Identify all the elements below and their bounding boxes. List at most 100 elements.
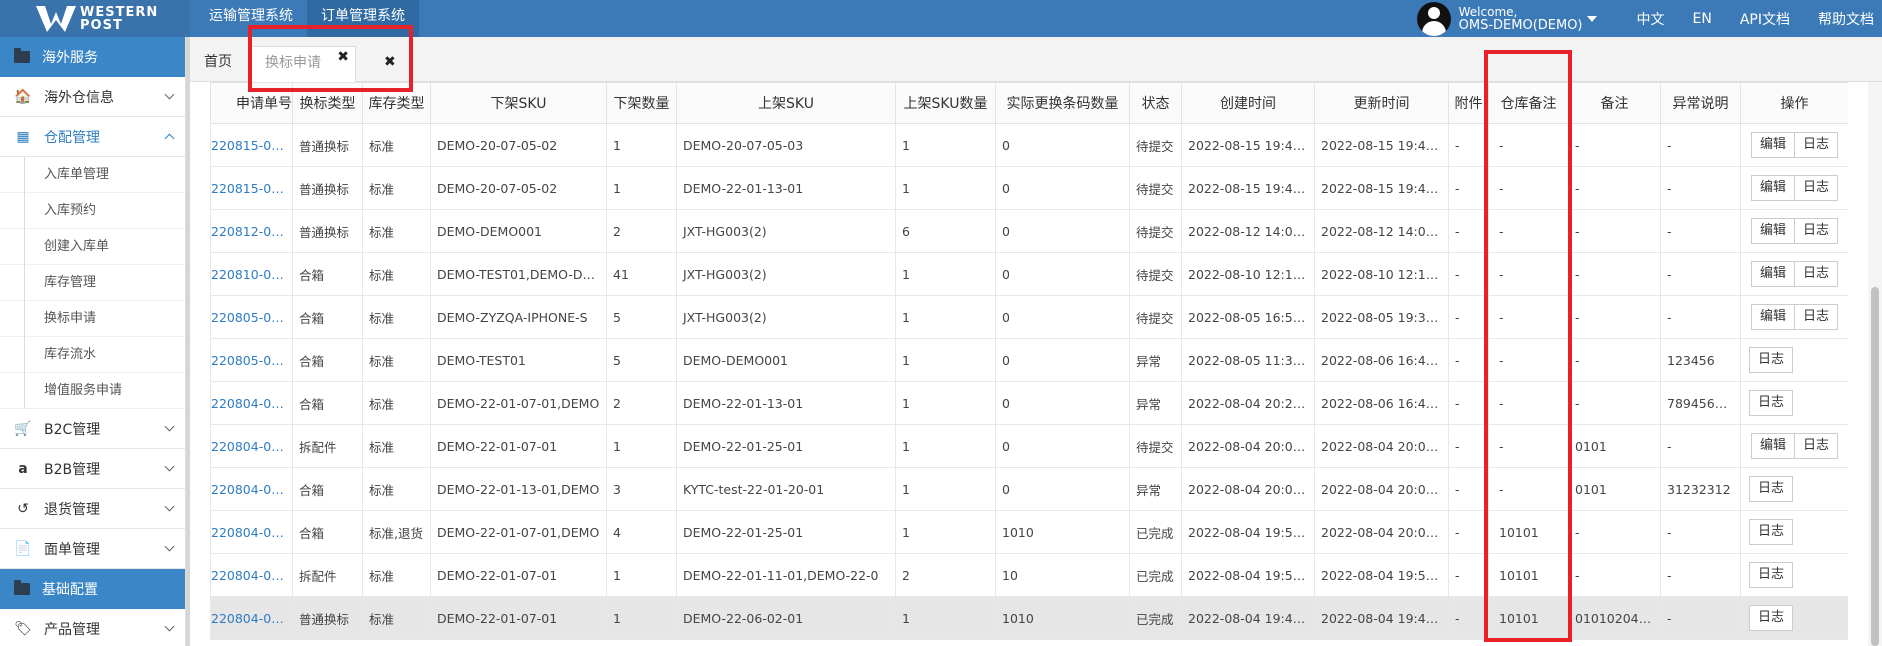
cell-down-sku: DEMO-DEMO001 xyxy=(430,209,607,253)
cell-attach: - xyxy=(1448,209,1489,253)
table-row[interactable]: 220815-0002 普通换标 标准 DEMO-20-07-05-02 1 DEMO-2… xyxy=(210,166,1848,210)
sidebar-sub-create-inbound[interactable]: 创建入库单 xyxy=(0,229,185,265)
log-button[interactable]: 日志 xyxy=(1794,261,1839,287)
log-button[interactable]: 日志 xyxy=(1749,519,1794,545)
cell-down-sku: DEMO-TEST01 xyxy=(430,338,607,382)
log-button[interactable]: 日志 xyxy=(1749,476,1794,502)
cell-up-qty: 1 xyxy=(895,295,996,339)
action-buttons: 编辑 日志 xyxy=(1750,261,1839,287)
table-row[interactable]: 220805-0001 合箱 标准 DEMO-TEST01 5 DEMO-DEMO001 1… xyxy=(210,338,1848,382)
log-button[interactable]: 日志 xyxy=(1749,605,1794,631)
cell-down-sku: DEMO-20-07-05-02 xyxy=(430,166,607,210)
api-docs-link[interactable]: API文档 xyxy=(1740,9,1790,29)
request-id-link[interactable]: 220804-0004 xyxy=(210,467,293,511)
edit-button[interactable]: 编辑 xyxy=(1750,132,1795,158)
request-id-link[interactable]: 220804-0005 xyxy=(210,424,293,468)
table-row[interactable]: 220805-0002 合箱 标准 DEMO-ZYZQA-IPHONE-S 5 JXT-H… xyxy=(210,295,1848,339)
caret-down-icon[interactable] xyxy=(1586,15,1597,22)
lang-zh[interactable]: 中文 xyxy=(1637,9,1665,29)
sidebar-item-warehouse-mgmt[interactable]: ▦ 仓配管理 xyxy=(0,117,185,157)
log-button[interactable]: 日志 xyxy=(1794,218,1839,244)
table-row[interactable]: 220804-0006 合箱 标准 DEMO-22-01-07-01,DEMO 2 DEM… xyxy=(210,381,1848,425)
sidebar-sub-appointment[interactable]: 入库预约 xyxy=(0,193,185,229)
request-id-link[interactable]: 220815-0002 xyxy=(210,166,293,210)
table-row[interactable]: 220804-0002 拆配件 标准 DEMO-22-01-07-01 1 DEMO-22… xyxy=(210,553,1848,597)
sidebar-sub-inventory-flow[interactable]: 库存流水 xyxy=(0,337,185,373)
cell-actions: 日志 xyxy=(1740,338,1848,382)
sidebar-scrollbar[interactable] xyxy=(186,37,190,646)
request-id-link[interactable]: 220804-0002 xyxy=(210,553,293,597)
log-button[interactable]: 日志 xyxy=(1749,347,1794,373)
request-id-link[interactable]: 220804-0003 xyxy=(210,510,293,554)
table-row[interactable]: 220804-0004 合箱 标准 DEMO-22-01-13-01,DEMO 3 KYT… xyxy=(210,467,1848,511)
help-docs-link[interactable]: 帮助文档 xyxy=(1818,9,1874,29)
sidebar-sub-relabel[interactable]: 换标申请 xyxy=(0,301,185,337)
sidebar-section-base[interactable]: 基础配置 xyxy=(0,569,185,609)
request-id-link[interactable]: 220810-0001 xyxy=(210,252,293,296)
request-id-link[interactable]: 220805-0001 xyxy=(210,338,293,382)
log-button[interactable]: 日志 xyxy=(1794,433,1839,459)
log-button[interactable]: 日志 xyxy=(1749,390,1794,416)
cell-actual: 0 xyxy=(995,252,1130,296)
cell-status: 待提交 xyxy=(1129,123,1182,167)
cell-actions: 编辑 日志 xyxy=(1740,166,1848,210)
cell-attach: - xyxy=(1448,381,1489,425)
cell-up-qty: 1 xyxy=(895,123,996,167)
sidebar-item-b2b[interactable]: a B2B管理 xyxy=(0,449,185,489)
sidebar-item-returns[interactable]: ↺ 退货管理 xyxy=(0,489,185,529)
log-button[interactable]: 日志 xyxy=(1749,562,1794,588)
cell-actual: 0 xyxy=(995,381,1130,425)
edit-button[interactable]: 编辑 xyxy=(1750,175,1795,201)
user-menu[interactable]: Welcome, OMS-DEMO(DEMO) xyxy=(1459,5,1583,33)
avatar[interactable] xyxy=(1416,1,1451,36)
scrollbar-thumb[interactable] xyxy=(1871,287,1879,646)
table-row[interactable]: 220804-0003 合箱 标准,退货 DEMO-22-01-07-01,DEMO 4… xyxy=(210,510,1848,554)
table-scrollbar[interactable] xyxy=(1868,82,1882,646)
home-icon: 🏠 xyxy=(14,88,32,105)
user-name: OMS-DEMO(DEMO) xyxy=(1458,17,1583,33)
log-button[interactable]: 日志 xyxy=(1794,175,1839,201)
tab-home[interactable]: 首页 xyxy=(190,46,246,82)
table-row[interactable]: 220804-0005 拆配件 标准 DEMO-22-01-07-01 1 DEMO-22… xyxy=(210,424,1848,468)
sidebar-item-waybill[interactable]: 📄 面单管理 xyxy=(0,529,185,569)
cell-note: - xyxy=(1568,123,1661,167)
request-id-link[interactable]: 220804-0001 xyxy=(210,596,293,640)
cell-updated: 2022-08-04 20:00:48 xyxy=(1314,510,1449,554)
cell-updated: 2022-08-05 19:37:36 xyxy=(1314,295,1449,339)
cell-actual: 0 xyxy=(995,338,1130,382)
edit-button[interactable]: 编辑 xyxy=(1750,304,1795,330)
cell-actual: 1010 xyxy=(995,596,1130,640)
cell-type: 合箱 xyxy=(292,510,363,554)
sidebar-item-b2c[interactable]: 🛒 B2C管理 xyxy=(0,409,185,449)
request-id-link[interactable]: 220815-0001 xyxy=(210,123,293,167)
cell-down-qty: 2 xyxy=(606,381,677,425)
chevron-down-icon xyxy=(164,421,175,432)
cell-up-sku: JXT-HG003(2) xyxy=(676,295,896,339)
action-buttons: 日志 xyxy=(1749,562,1794,588)
request-id-link[interactable]: 220812-0001 xyxy=(210,209,293,253)
sidebar-sub-value-added[interactable]: 增值服务申请 xyxy=(0,373,185,409)
logo[interactable]: WESTERN POST xyxy=(0,0,190,37)
log-button[interactable]: 日志 xyxy=(1794,304,1839,330)
cell-actual: 1010 xyxy=(995,510,1130,554)
column-header: 更新时间 xyxy=(1314,82,1449,124)
grid-icon: ▦ xyxy=(16,128,30,145)
cell-actions: 日志 xyxy=(1740,381,1848,425)
table-row[interactable]: 220815-0001 普通换标 标准 DEMO-20-07-05-02 1 DEMO-2… xyxy=(210,123,1848,167)
sidebar-item-warehouse-info[interactable]: 🏠 海外仓信息 xyxy=(0,77,185,117)
request-id-link[interactable]: 220805-0002 xyxy=(210,295,293,339)
lang-en[interactable]: EN xyxy=(1693,11,1712,27)
sidebar-sub-inbound[interactable]: 入库单管理 xyxy=(0,157,185,193)
edit-button[interactable]: 编辑 xyxy=(1750,433,1795,459)
table-row[interactable]: 220812-0001 普通换标 标准 DEMO-DEMO001 2 JXT-HG003(… xyxy=(210,209,1848,253)
table-row[interactable]: 220810-0001 合箱 标准 DEMO-TEST01,DEMO-DEMO 41 JX… xyxy=(210,252,1848,296)
table-row[interactable]: 220804-0001 普通换标 标准 DEMO-22-01-07-01 1 DEMO-2… xyxy=(210,596,1848,640)
log-button[interactable]: 日志 xyxy=(1794,132,1839,158)
sidebar-section-overseas[interactable]: 海外服务 xyxy=(0,37,185,77)
edit-button[interactable]: 编辑 xyxy=(1750,261,1795,287)
edit-button[interactable]: 编辑 xyxy=(1750,218,1795,244)
sidebar-sub-inventory[interactable]: 库存管理 xyxy=(0,265,185,301)
column-header: 附件 xyxy=(1448,82,1489,124)
request-id-link[interactable]: 220804-0006 xyxy=(210,381,293,425)
sidebar-item-product[interactable]: 🏷 产品管理 xyxy=(0,609,185,646)
